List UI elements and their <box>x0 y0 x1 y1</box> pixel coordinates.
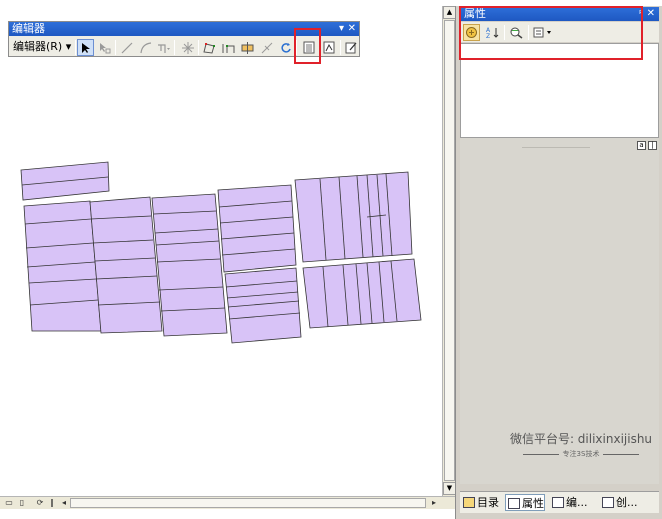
end-point-arc-icon[interactable] <box>137 39 154 56</box>
close-icon[interactable]: ✕ <box>348 22 356 36</box>
create-features-icon[interactable] <box>342 39 359 56</box>
edit-vertices-icon[interactable] <box>201 39 218 56</box>
sketch-properties-icon[interactable] <box>320 39 337 56</box>
map-vertical-scrollbar[interactable]: ▲ ▼ <box>442 6 456 496</box>
tab-create[interactable]: 创... <box>600 494 638 511</box>
edit-tab-icon <box>552 497 564 508</box>
straight-segment-icon[interactable] <box>118 39 135 56</box>
scroll-left-icon[interactable]: ◂ <box>59 498 69 508</box>
tab-label: 编... <box>566 496 588 509</box>
editor-toolbar-title-text: 编辑器 <box>12 22 45 35</box>
watermark-sub-row: 专注3S技术 <box>506 449 656 459</box>
toolbar-separator <box>75 40 76 55</box>
edit-annotation-icon[interactable] <box>96 39 113 56</box>
pause-icon[interactable]: ‖ <box>47 498 57 508</box>
chevron-down-icon: ▾ <box>65 40 72 53</box>
close-icon[interactable]: ✕ <box>647 7 655 21</box>
rotate-icon[interactable] <box>277 39 294 56</box>
split-icon[interactable] <box>258 39 275 56</box>
reshape-icon[interactable] <box>220 39 237 56</box>
editor-menu-label: 编辑器(R) <box>13 40 63 53</box>
layout-view-icon[interactable]: ▯ <box>17 498 27 508</box>
trace-icon[interactable] <box>155 39 172 56</box>
tab-catalog[interactable]: 目录 <box>461 494 499 511</box>
watermark: 微信平台号: dilixinxijishu 专注3S技术 <box>506 430 656 459</box>
point-icon[interactable] <box>179 39 196 56</box>
watermark-sub: 专注3S技术 <box>562 450 600 458</box>
tab-edit[interactable]: 编... <box>550 494 588 511</box>
parcel-block[interactable] <box>224 267 302 344</box>
refresh-icon[interactable]: ⟳ <box>35 498 45 508</box>
arcmap-window: 编辑器 ▾ ✕ 编辑器(R) ▾ ▲ ▼ ▭ ▯ ⟳ ‖ ◂ ▸ 属性 ᵖ ✕ … <box>0 0 662 519</box>
tab-label: 目录 <box>477 496 499 509</box>
toolbar-separator <box>340 40 341 55</box>
editor-menu-button[interactable]: 编辑器(R) ▾ <box>13 40 71 54</box>
tab-label: 创... <box>616 496 638 509</box>
tab-label: 属性 <box>522 497 544 510</box>
attributes-panel: 属性 ᵖ ✕ AZ a | 微信平台号: dilixinxijishu 专注3S… <box>455 6 662 519</box>
divider <box>603 453 640 455</box>
cut-polygon-icon[interactable] <box>239 39 256 56</box>
horizontal-scroll-thumb[interactable] <box>70 498 426 508</box>
attributes-detail-area: a | 微信平台号: dilixinxijishu 专注3S技术 <box>460 138 659 484</box>
toolbar-separator <box>174 40 175 55</box>
parcel-layer[interactable] <box>0 0 442 496</box>
scroll-right-icon[interactable]: ▸ <box>429 498 439 508</box>
parcel-block[interactable] <box>294 171 413 263</box>
toolbar-options-icon[interactable]: ▾ <box>339 22 344 36</box>
highlight-box <box>459 6 643 60</box>
detail-toggle-icon[interactable]: | <box>648 141 657 150</box>
panel-splitter[interactable] <box>522 147 590 148</box>
divider <box>522 453 559 455</box>
attributes-tab-icon <box>508 498 520 509</box>
highlight-box <box>294 28 321 64</box>
watermark-main: 微信平台号: dilixinxijishu <box>509 432 653 446</box>
toolbar-separator <box>115 40 116 55</box>
catalog-icon <box>463 497 475 508</box>
data-view-icon[interactable]: ▭ <box>4 498 14 508</box>
panel-tabs: 目录 属性 编... 创... <box>460 491 659 513</box>
map-canvas[interactable] <box>0 0 442 496</box>
parcel-block[interactable] <box>217 184 297 273</box>
scroll-thumb[interactable] <box>444 20 455 481</box>
alpha-sort-icon[interactable]: a <box>637 141 646 150</box>
map-bottom-bar: ▭ ▯ ⟳ ‖ ◂ ▸ <box>0 496 455 509</box>
parcel-block[interactable] <box>151 193 228 337</box>
create-tab-icon <box>602 497 614 508</box>
parcel-block[interactable] <box>302 258 422 329</box>
tab-attributes[interactable]: 属性 <box>505 494 545 511</box>
toolbar-separator <box>198 40 199 55</box>
edit-tool-icon[interactable] <box>77 39 94 56</box>
